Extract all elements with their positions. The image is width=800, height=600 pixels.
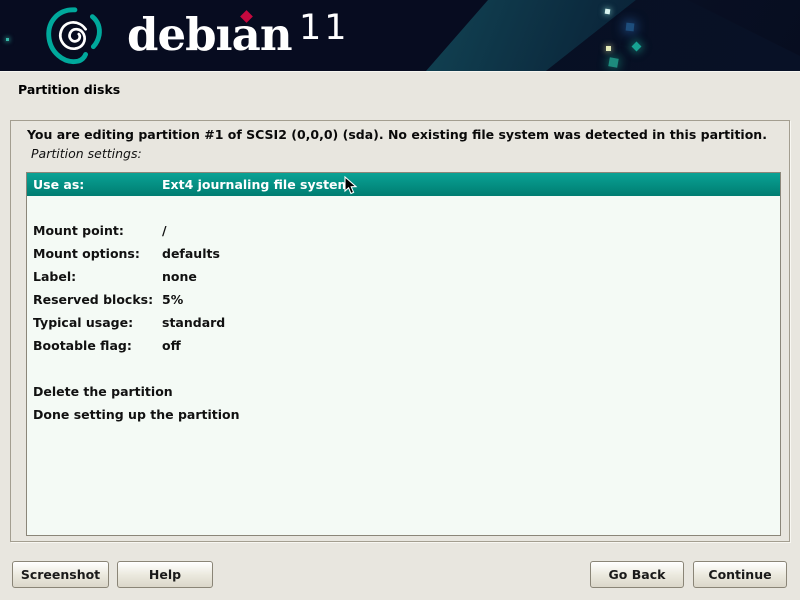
debian-wordmark: debıan: [127, 7, 292, 63]
row-done-partition[interactable]: Done setting up the partition: [27, 403, 780, 426]
help-button[interactable]: Help: [117, 561, 213, 588]
settings-row-use-as[interactable]: Use as:Ext4 journaling file system: [27, 173, 780, 196]
page-title: Partition disks: [18, 82, 120, 97]
sparkle-square: [6, 38, 9, 41]
row-label: Use as:: [33, 173, 162, 196]
edit-partition-message: You are editing partition #1 of SCSI2 (0…: [27, 127, 767, 142]
settings-row-bootable-flag[interactable]: Bootable flag:off: [27, 334, 780, 357]
mouse-pointer-icon: [344, 176, 358, 196]
settings-row-label[interactable]: Label:none: [27, 265, 780, 288]
row-label: Typical usage:: [33, 311, 162, 334]
row-label: Done setting up the partition: [33, 407, 240, 422]
debian-version: 11: [299, 8, 350, 48]
sparkle-square: [626, 23, 635, 32]
row-value: 5%: [162, 292, 183, 307]
settings-row-spacer: [27, 357, 780, 380]
sparkle-square: [606, 46, 611, 51]
row-value: none: [162, 269, 197, 284]
continue-button[interactable]: Continue: [693, 561, 787, 588]
partition-settings-frame: You are editing partition #1 of SCSI2 (0…: [10, 120, 790, 542]
settings-list[interactable]: Use as:Ext4 journaling file system Mount…: [26, 172, 781, 536]
row-label: Label:: [33, 265, 162, 288]
row-label: Mount point:: [33, 219, 162, 242]
row-value: /: [162, 223, 167, 238]
debian-banner: debıan 11: [0, 0, 800, 72]
screenshot-button[interactable]: Screenshot: [12, 561, 109, 588]
row-value: Ext4 journaling file system: [162, 177, 351, 192]
sparkle-square: [605, 9, 611, 15]
row-label: Delete the partition: [33, 384, 173, 399]
settings-row-mount-options[interactable]: Mount options:defaults: [27, 242, 780, 265]
row-label: Reserved blocks:: [33, 288, 162, 311]
go-back-button[interactable]: Go Back: [590, 561, 684, 588]
row-delete-partition[interactable]: Delete the partition: [27, 380, 780, 403]
row-label: Bootable flag:: [33, 334, 162, 357]
settings-row-mount-point[interactable]: Mount point:/: [27, 219, 780, 242]
settings-row-reserved-blocks[interactable]: Reserved blocks:5%: [27, 288, 780, 311]
settings-row-spacer: [27, 196, 780, 219]
row-label: Mount options:: [33, 242, 162, 265]
banner-dark-shape: [0, 0, 800, 71]
row-value: off: [162, 338, 181, 353]
row-value: standard: [162, 315, 225, 330]
partition-settings-label: Partition settings:: [31, 146, 142, 161]
debian-swirl-logo: [42, 5, 104, 67]
row-value: defaults: [162, 246, 220, 261]
installer-window: debıan 11 Partition disks You are editin…: [0, 0, 800, 600]
sparkle-square: [608, 57, 618, 67]
settings-row-typical-usage[interactable]: Typical usage:standard: [27, 311, 780, 334]
